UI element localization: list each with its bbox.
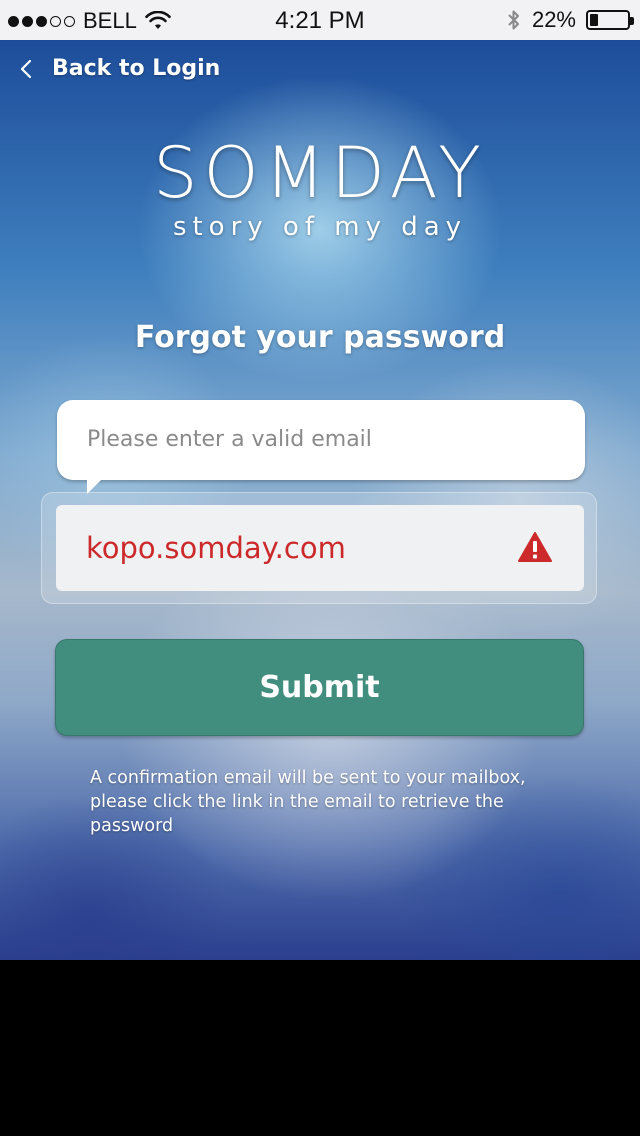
validation-message: Please enter a valid email bbox=[87, 427, 372, 452]
warning-icon bbox=[518, 532, 552, 562]
submit-button-label: Submit bbox=[259, 670, 380, 705]
chevron-left-icon bbox=[14, 57, 38, 81]
bluetooth-icon bbox=[508, 10, 519, 30]
battery-percent: 22% bbox=[531, 7, 576, 32]
back-to-login-label: Back to Login bbox=[52, 56, 221, 81]
battery-level bbox=[590, 14, 598, 26]
submit-button[interactable]: Submit bbox=[55, 639, 584, 736]
battery-cap bbox=[630, 17, 634, 25]
app-logo-tagline: story of my day bbox=[172, 212, 468, 242]
confirmation-note: A confirmation email will be sent to you… bbox=[90, 768, 526, 836]
forgot-password-screen: Back to Login SOMDAY story of my day For… bbox=[0, 40, 640, 960]
battery-icon bbox=[586, 10, 634, 30]
email-input[interactable]: kopo.somday.com bbox=[56, 505, 584, 591]
status-bar: BELL 4:21 PM 22% bbox=[0, 0, 640, 40]
phone-screen: BELL 4:21 PM 22% Back to Login SOMDAY st… bbox=[0, 0, 640, 1136]
back-to-login-button[interactable]: Back to Login bbox=[14, 56, 220, 81]
validation-tooltip: Please enter a valid email bbox=[57, 400, 585, 494]
app-logo-title: SOMDAY bbox=[153, 132, 487, 214]
email-input-value: kopo.somday.com bbox=[86, 531, 346, 565]
status-bar-right: 22% bbox=[506, 7, 634, 33]
page-title: Forgot your password bbox=[134, 320, 506, 355]
